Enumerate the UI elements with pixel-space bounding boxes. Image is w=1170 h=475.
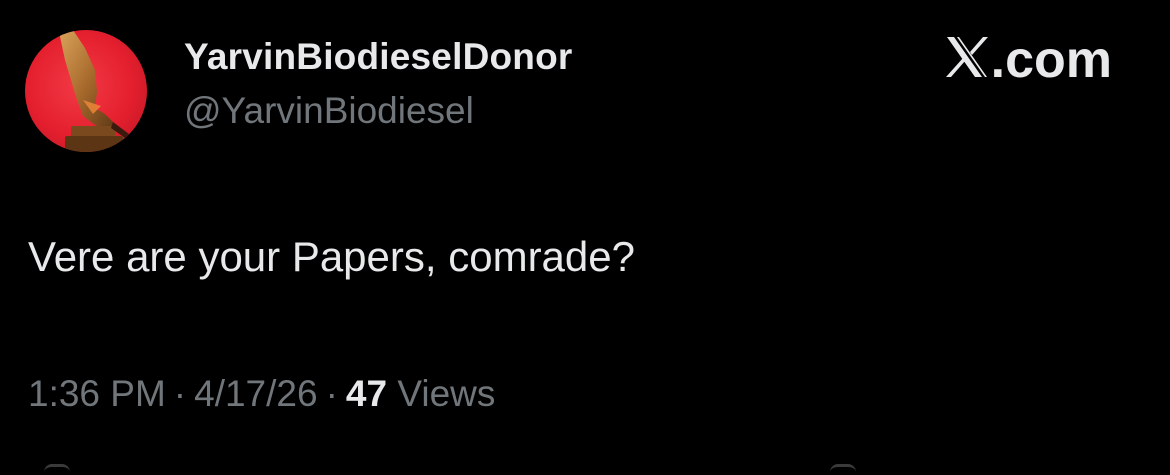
user-handle[interactable]: @YarvinBiodiesel xyxy=(184,90,474,132)
tweet-time[interactable]: 1:36 PM xyxy=(28,373,166,414)
meta-separator: · xyxy=(325,373,338,414)
tweet-date[interactable]: 4/17/26 xyxy=(194,373,317,414)
views-count[interactable]: 47 xyxy=(346,373,387,414)
avatar[interactable] xyxy=(25,30,147,152)
display-name[interactable]: YarvinBiodieselDonor xyxy=(184,36,573,78)
action-bar-edge xyxy=(0,462,1170,470)
meta-separator: · xyxy=(173,373,187,414)
views-label[interactable]: Views xyxy=(397,373,495,414)
tweet-meta: 1:36 PM · 4/17/26 · 47 Views xyxy=(28,373,495,415)
x-logo-icon xyxy=(945,30,989,77)
brand-logo: .com xyxy=(945,30,1112,90)
brand-domain: .com xyxy=(990,31,1112,89)
award-statue-icon xyxy=(59,30,129,152)
tweet: YarvinBiodieselDonor @YarvinBiodiesel .c… xyxy=(0,0,1170,470)
tweet-text: Vere are your Papers, comrade? xyxy=(28,233,635,280)
